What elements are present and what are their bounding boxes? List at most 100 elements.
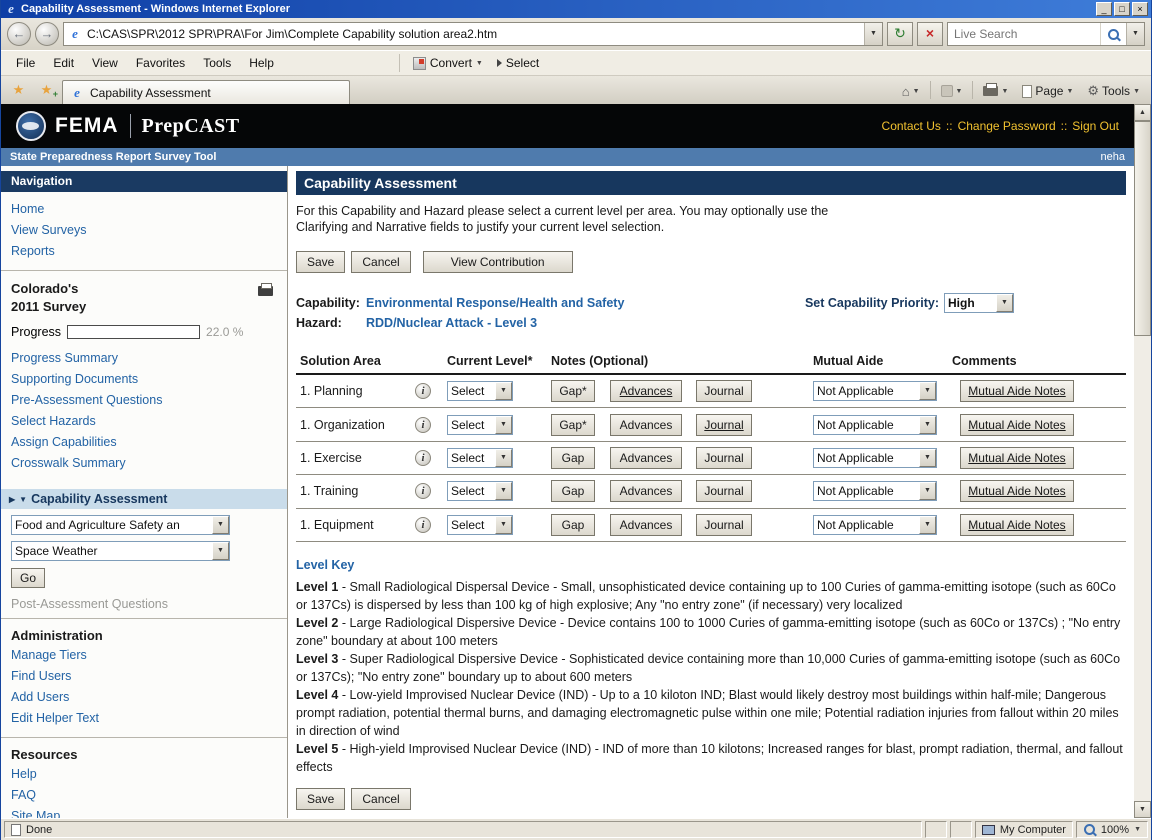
hazard-select[interactable]: Space Weather ▼ [11,541,230,561]
info-icon[interactable]: i [415,450,431,466]
refresh-button[interactable]: ↻ [887,22,913,46]
contact-us-link[interactable]: Contact Us [882,119,941,133]
print-survey-icon[interactable] [258,286,273,296]
mutual-aide-notes-button[interactable]: Mutual Aide Notes [960,480,1074,502]
save-button-bottom[interactable]: Save [296,788,345,810]
menu-favorites[interactable]: Favorites [127,53,194,73]
change-password-link[interactable]: Change Password [958,119,1056,133]
info-icon[interactable]: i [415,517,431,533]
mutual-aide-select[interactable]: Not Applicable▼ [813,415,937,435]
forward-button[interactable]: → [35,22,59,46]
mutual-aide-select[interactable]: Not Applicable▼ [813,481,937,501]
info-icon[interactable]: i [415,383,431,399]
sidebar-item-help[interactable]: Help [1,764,287,785]
sidebar-item-supporting-documents[interactable]: Supporting Documents [1,369,287,390]
current-level-select[interactable]: Select▼ [447,481,513,501]
scrollbar-thumb[interactable] [1134,121,1151,336]
scroll-up-button[interactable]: ▲ [1134,104,1151,121]
mutual-aide-notes-button[interactable]: Mutual Aide Notes [960,447,1074,469]
info-icon[interactable]: i [415,483,431,499]
address-url[interactable]: C:\CAS\SPR\2012 SPR\PRA\For Jim\Complete… [87,27,859,41]
sidebar-item-edit-helper-text[interactable]: Edit Helper Text [1,708,287,729]
sidebar-item-assign-capabilities[interactable]: Assign Capabilities [1,432,287,453]
minimize-button[interactable]: _ [1096,2,1112,16]
journal-button[interactable]: Journal [696,514,752,536]
mutual-aide-notes-button[interactable]: Mutual Aide Notes [960,414,1074,436]
stop-button[interactable]: × [917,22,943,46]
menu-view[interactable]: View [83,53,127,73]
gap-button[interactable]: Gap* [551,414,595,436]
tab-capability-assessment[interactable]: e Capability Assessment [62,80,350,104]
current-level-select[interactable]: Select▼ [447,448,513,468]
cancel-button-bottom[interactable]: Cancel [351,788,410,810]
sidebar-item-find-users[interactable]: Find Users [1,666,287,687]
sidebar-item-manage-tiers[interactable]: Manage Tiers [1,645,287,666]
capability-value-link[interactable]: Environmental Response/Health and Safety [366,293,624,313]
scrollbar-track[interactable] [1134,336,1151,801]
sign-out-link[interactable]: Sign Out [1072,119,1119,133]
save-button[interactable]: Save [296,251,345,273]
menu-help[interactable]: Help [240,53,283,73]
current-level-select[interactable]: Select▼ [447,515,513,535]
advances-button[interactable]: Advances [610,380,682,402]
journal-button[interactable]: Journal [696,380,752,402]
sidebar-item-add-users[interactable]: Add Users [1,687,287,708]
menu-file[interactable]: File [7,53,44,73]
mutual-aide-select[interactable]: Not Applicable▼ [813,515,937,535]
vertical-scrollbar[interactable]: ▲ ▼ [1134,104,1151,818]
zoom-control[interactable]: 100% ▼ [1076,821,1148,838]
feeds-button[interactable]: ▼ [935,83,969,99]
scroll-down-button[interactable]: ▼ [1134,801,1151,818]
back-button[interactable]: ← [7,22,31,46]
search-dropdown-button[interactable]: ▼ [1126,23,1144,45]
current-level-select[interactable]: Select▼ [447,381,513,401]
hazard-value-link[interactable]: RDD/Nuclear Attack - Level 3 [366,313,537,333]
menu-tools[interactable]: Tools [194,53,240,73]
maximize-button[interactable]: □ [1114,2,1130,16]
sidebar-item-site-map[interactable]: Site Map [1,806,287,818]
address-field[interactable]: e C:\CAS\SPR\2012 SPR\PRA\For Jim\Comple… [63,22,883,46]
search-input[interactable] [954,27,1100,41]
home-button[interactable]: ⌂▼ [896,82,926,101]
view-contribution-button[interactable]: View Contribution [423,251,573,273]
sidebar-item-faq[interactable]: FAQ [1,785,287,806]
mutual-aide-select[interactable]: Not Applicable▼ [813,448,937,468]
tools-menu-button[interactable]: ⚙Tools▼ [1081,81,1146,101]
sidebar-item-view-surveys[interactable]: View Surveys [1,220,287,241]
advances-button[interactable]: Advances [610,514,682,536]
advances-button[interactable]: Advances [610,447,682,469]
mutual-aide-notes-button[interactable]: Mutual Aide Notes [960,380,1074,402]
print-button[interactable]: ▼ [977,84,1014,98]
sidebar-item-crosswalk-summary[interactable]: Crosswalk Summary [1,453,287,474]
add-favorite-button[interactable]: ★+ [34,79,59,101]
cancel-button[interactable]: Cancel [351,251,410,273]
sidebar-item-capability-assessment[interactable]: ▶ ▼ Capability Assessment [1,489,287,509]
capability-select[interactable]: Food and Agriculture Safety an ▼ [11,515,230,535]
gap-button[interactable]: Gap [551,480,595,502]
address-dropdown-button[interactable]: ▼ [864,23,882,45]
sidebar-item-select-hazards[interactable]: Select Hazards [1,411,287,432]
journal-button[interactable]: Journal [696,414,752,436]
page-menu-button[interactable]: Page▼ [1016,82,1079,100]
gap-button[interactable]: Gap [551,514,595,536]
info-icon[interactable]: i [415,417,431,433]
sidebar-item-home[interactable]: Home [1,199,287,220]
current-level-select[interactable]: Select▼ [447,415,513,435]
favorites-center-button[interactable]: ★ [6,79,31,101]
gap-button[interactable]: Gap* [551,380,595,402]
menu-edit[interactable]: Edit [44,53,83,73]
sidebar-item-progress-summary[interactable]: Progress Summary [1,348,287,369]
mutual-aide-select[interactable]: Not Applicable▼ [813,381,937,401]
journal-button[interactable]: Journal [696,480,752,502]
advances-button[interactable]: Advances [610,414,682,436]
convert-button[interactable]: Convert ▼ [406,54,490,72]
sidebar-item-reports[interactable]: Reports [1,241,287,262]
priority-select[interactable]: High ▼ [944,293,1014,313]
close-button[interactable]: × [1132,2,1148,16]
go-button[interactable]: Go [11,568,45,588]
select-button[interactable]: Select [490,54,546,72]
journal-button[interactable]: Journal [696,447,752,469]
search-button[interactable] [1100,23,1126,45]
sidebar-item-pre-assessment-questions[interactable]: Pre-Assessment Questions [1,390,287,411]
advances-button[interactable]: Advances [610,480,682,502]
